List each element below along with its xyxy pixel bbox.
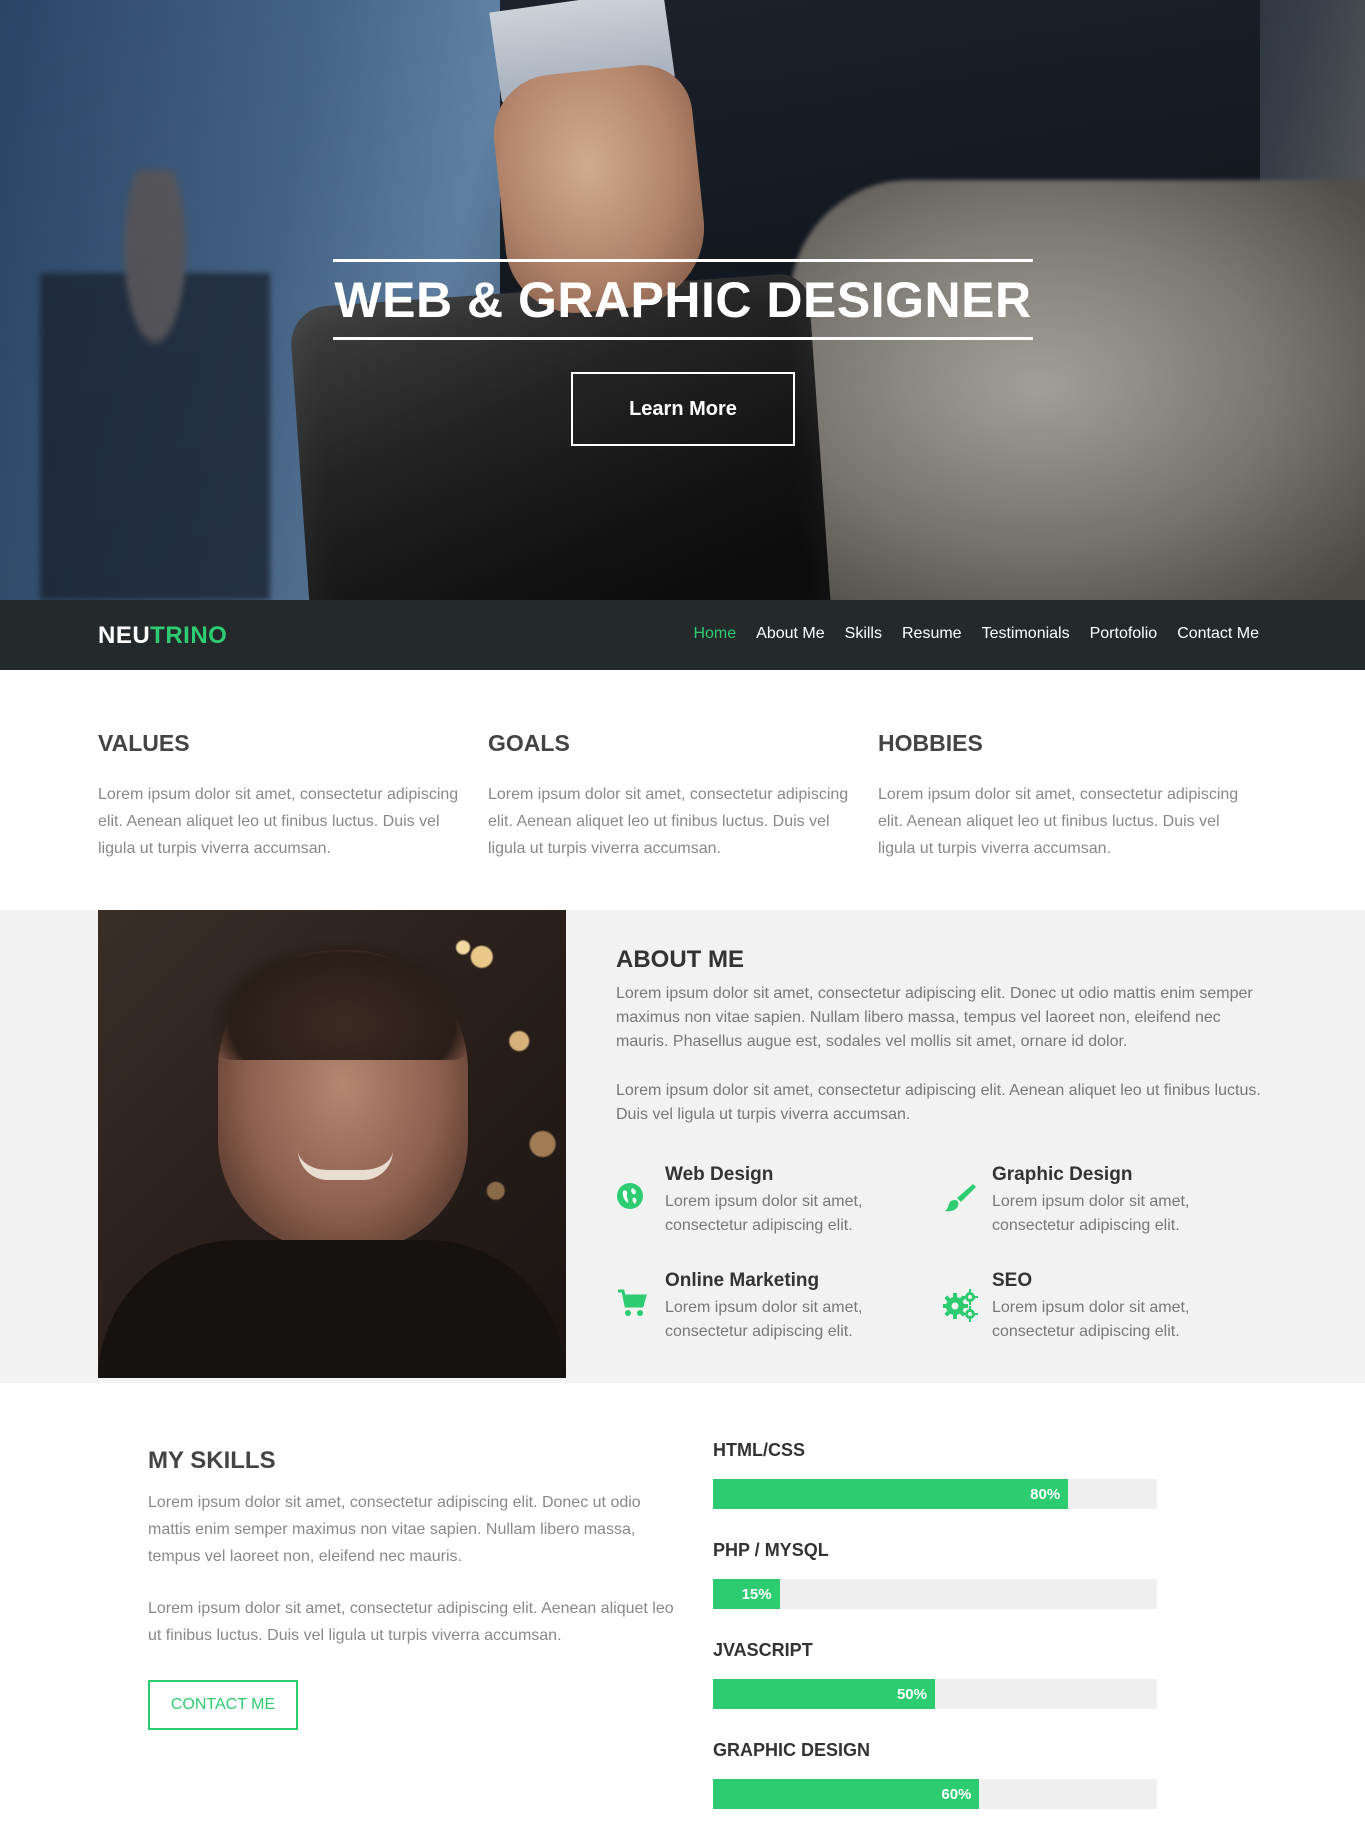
skills-intro: MY SKILLS Lorem ipsum dolor sit amet, co… <box>148 1447 678 1730</box>
features-section: VALUES Lorem ipsum dolor sit amet, conse… <box>98 730 1268 862</box>
progress-label: 60% <box>941 1786 972 1803</box>
gears-icon <box>942 1270 992 1344</box>
progress-bar: 50% <box>713 1679 1157 1709</box>
skills-paragraph-2: Lorem ipsum dolor sit amet, consectetur … <box>148 1600 674 1644</box>
shopping-cart-icon <box>616 1270 665 1344</box>
nav-item-contact-me[interactable]: Contact Me <box>1177 625 1259 643</box>
paintbrush-icon <box>943 1164 992 1238</box>
skill-name: PHP / MYSQL <box>713 1540 829 1560</box>
skill-html-css: HTML/CSS 80% <box>713 1440 1157 1540</box>
progress-fill: 60% <box>713 1779 980 1809</box>
about-paragraph-1: Lorem ipsum dolor sit amet, consectetur … <box>616 985 1253 1050</box>
service-text: Lorem ipsum dolor sit amet, consectetur … <box>665 1193 863 1234</box>
skill-graphic-design: GRAPHIC DESIGN 60% <box>713 1740 1157 1840</box>
nav-item-skills[interactable]: Skills <box>845 625 882 643</box>
main-navbar: NEUTRINO Home About Me Skills Resume Tes… <box>0 600 1365 670</box>
feature-text: Lorem ipsum dolor sit amet, consectetur … <box>878 786 1239 857</box>
service-title: Online Marketing <box>665 1270 820 1291</box>
service-text: Lorem ipsum dolor sit amet, consectetur … <box>992 1193 1190 1234</box>
feature-goals: GOALS Lorem ipsum dolor sit amet, consec… <box>488 730 878 862</box>
nav-item-about-me[interactable]: About Me <box>756 625 824 643</box>
service-online-marketing: Online Marketing Lorem ipsum dolor sit a… <box>616 1270 943 1344</box>
progress-fill: 80% <box>713 1479 1069 1509</box>
service-text: Lorem ipsum dolor sit amet, consectetur … <box>992 1299 1190 1340</box>
site-logo[interactable]: NEUTRINO <box>98 622 227 650</box>
nav-item-home[interactable]: Home <box>693 625 736 643</box>
service-graphic-design: Graphic Design Lorem ipsum dolor sit ame… <box>943 1164 1270 1238</box>
feature-title: VALUES <box>98 730 190 756</box>
progress-bar: 15% <box>713 1579 1157 1609</box>
feature-text: Lorem ipsum dolor sit amet, consectetur … <box>488 786 849 857</box>
hero-title-frame: WEB & GRAPHIC DESIGNER <box>333 259 1033 340</box>
feature-title: HOBBIES <box>878 730 983 756</box>
skill-name: HTML/CSS <box>713 1440 805 1460</box>
about-title: ABOUT ME <box>616 946 744 973</box>
service-text: Lorem ipsum dolor sit amet, consectetur … <box>665 1299 863 1340</box>
progress-label: 80% <box>1030 1486 1061 1503</box>
feature-text: Lorem ipsum dolor sit amet, consectetur … <box>98 786 459 857</box>
contact-me-button[interactable]: CONTACT ME <box>148 1680 298 1730</box>
services-grid: Web Design Lorem ipsum dolor sit amet, c… <box>616 1164 1266 1344</box>
progress-label: 50% <box>896 1686 927 1703</box>
profile-photo <box>98 910 566 1378</box>
service-title: Graphic Design <box>992 1164 1133 1185</box>
skill-php-mysql: PHP / MYSQL 15% <box>713 1540 1157 1640</box>
learn-more-button[interactable]: Learn More <box>571 372 795 446</box>
logo-part-2: TRINO <box>150 622 228 649</box>
progress-fill: 50% <box>713 1679 935 1709</box>
feature-hobbies: HOBBIES Lorem ipsum dolor sit amet, cons… <box>878 730 1268 862</box>
nav-item-resume[interactable]: Resume <box>902 625 962 643</box>
progress-bar: 80% <box>713 1479 1157 1509</box>
progress-fill: 15% <box>713 1579 780 1609</box>
logo-part-1: NEU <box>98 622 151 649</box>
nav-item-testimonials[interactable]: Testimonials <box>982 625 1070 643</box>
service-title: Web Design <box>665 1164 774 1185</box>
skills-paragraph-1: Lorem ipsum dolor sit amet, consectetur … <box>148 1494 641 1565</box>
globe-icon <box>616 1164 665 1238</box>
about-paragraph-2: Lorem ipsum dolor sit amet, consectetur … <box>616 1082 1261 1123</box>
skill-name: GRAPHIC DESIGN <box>713 1740 871 1760</box>
service-seo: SEO Lorem ipsum dolor sit amet, consecte… <box>942 1270 1270 1344</box>
progress-bar: 60% <box>713 1779 1157 1809</box>
skills-title: MY SKILLS <box>148 1447 276 1474</box>
skill-name: JVASCRIPT <box>713 1640 813 1660</box>
about-section: ABOUT ME Lorem ipsum dolor sit amet, con… <box>0 910 1365 1383</box>
progress-label: 15% <box>741 1586 772 1603</box>
service-web-design: Web Design Lorem ipsum dolor sit amet, c… <box>616 1164 943 1238</box>
skill-javascript: JVASCRIPT 50% <box>713 1640 1157 1740</box>
hero-banner: WEB & GRAPHIC DESIGNER Learn More <box>0 0 1365 600</box>
nav-menu: Home About Me Skills Resume Testimonials… <box>693 625 1259 643</box>
service-title: SEO <box>992 1270 1033 1291</box>
feature-values: VALUES Lorem ipsum dolor sit amet, conse… <box>98 730 488 862</box>
skill-bars: HTML/CSS 80% PHP / MYSQL 15% JVASCRIPT 5… <box>713 1440 1157 1840</box>
nav-item-portofolio[interactable]: Portofolio <box>1090 625 1158 643</box>
about-content: ABOUT ME Lorem ipsum dolor sit amet, con… <box>616 946 1266 1152</box>
hero-title: WEB & GRAPHIC DESIGNER <box>334 271 1032 328</box>
feature-title: GOALS <box>488 730 570 756</box>
